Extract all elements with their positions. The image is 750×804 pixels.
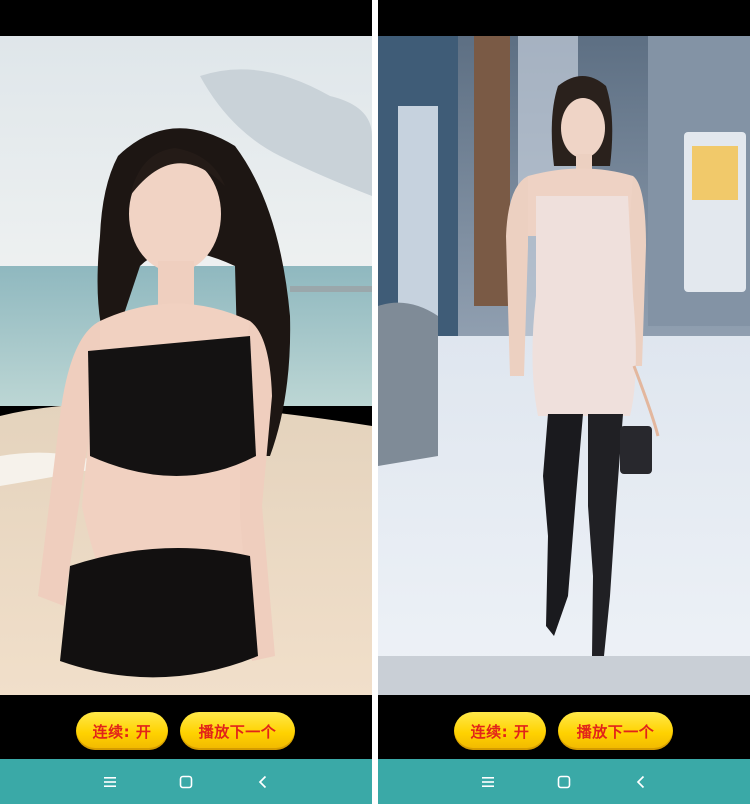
control-bar: 连续: 开 播放下一个 — [378, 695, 750, 759]
back-icon[interactable] — [632, 773, 650, 791]
play-next-button[interactable]: 播放下一个 — [558, 712, 673, 750]
video-frame — [0, 36, 372, 695]
play-next-button[interactable]: 播放下一个 — [180, 712, 295, 750]
video-player[interactable] — [0, 36, 372, 695]
home-icon[interactable] — [555, 773, 573, 791]
menu-icon[interactable] — [479, 773, 497, 791]
phone-screen-left: 连续: 开 播放下一个 — [0, 0, 372, 804]
continuous-play-button[interactable]: 连续: 开 — [76, 712, 168, 750]
menu-icon[interactable] — [101, 773, 119, 791]
video-player[interactable] — [378, 36, 750, 695]
video-frame — [378, 36, 750, 695]
system-navigation-bar — [0, 759, 372, 804]
home-icon[interactable] — [177, 773, 195, 791]
back-icon[interactable] — [254, 773, 272, 791]
phone-screen-right: 连续: 开 播放下一个 — [378, 0, 750, 804]
control-bar: 连续: 开 播放下一个 — [0, 695, 372, 759]
system-navigation-bar — [378, 759, 750, 804]
continuous-play-button[interactable]: 连续: 开 — [454, 712, 546, 750]
